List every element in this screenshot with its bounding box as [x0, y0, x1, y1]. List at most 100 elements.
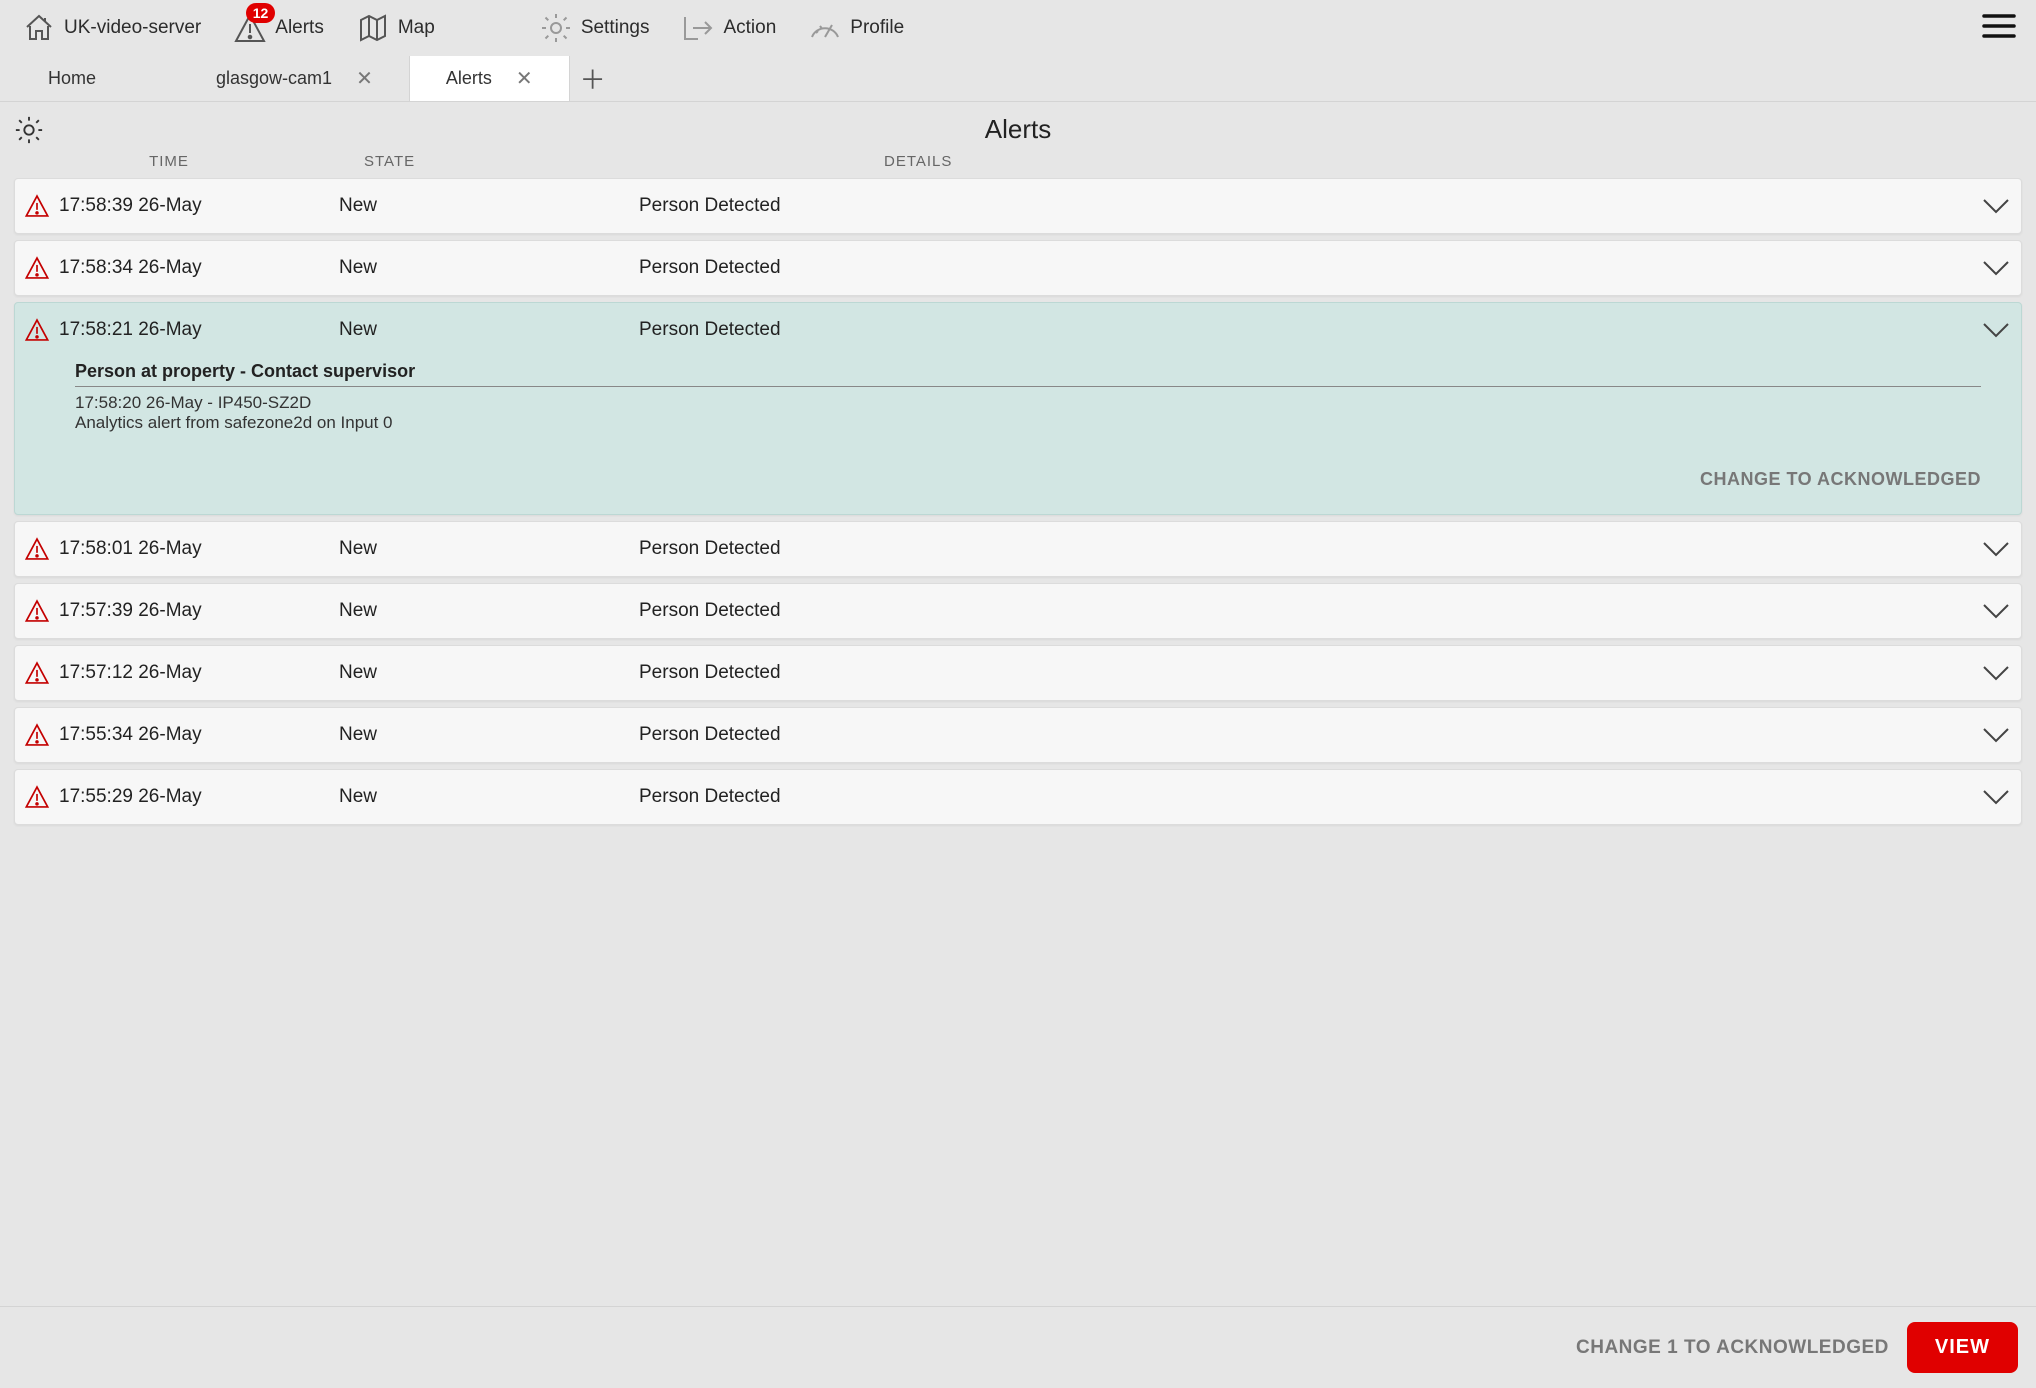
alert-details: Person Detected — [639, 319, 1971, 341]
alert-body-meta: 17:58:20 26-May - IP450-SZ2D — [75, 393, 1981, 413]
nav-settings-label: Settings — [581, 17, 650, 39]
alert-body-title: Person at property - Contact supervisor — [75, 361, 1981, 387]
nav-settings[interactable]: Settings — [527, 5, 662, 51]
alert-time: 17:58:21 26-May — [59, 319, 339, 341]
alert-time: 17:57:12 26-May — [59, 662, 339, 684]
alert-row[interactable]: 17:57:12 26-MayNewPerson Detected — [14, 645, 2022, 701]
chevron-down-icon[interactable] — [1971, 259, 2021, 277]
gauge-icon — [808, 11, 842, 45]
page-title: Alerts — [14, 114, 2022, 145]
chevron-down-icon[interactable] — [1971, 197, 2021, 215]
alert-row[interactable]: 17:55:34 26-MayNewPerson Detected — [14, 707, 2022, 763]
alert-details: Person Detected — [639, 195, 1971, 217]
col-details: DETAILS — [624, 153, 2022, 170]
alert-triangle-icon — [15, 598, 59, 624]
alert-row-header[interactable]: 17:55:34 26-MayNewPerson Detected — [15, 708, 2021, 762]
alert-row-header[interactable]: 17:55:29 26-MayNewPerson Detected — [15, 770, 2021, 824]
nav-profile[interactable]: Profile — [796, 5, 916, 51]
alert-row[interactable]: 17:58:39 26-MayNewPerson Detected — [14, 178, 2022, 234]
nav-alerts-label: Alerts — [275, 17, 324, 39]
alert-time: 17:55:29 26-May — [59, 786, 339, 808]
nav-action-label: Action — [723, 17, 776, 39]
alert-triangle-icon — [15, 317, 59, 343]
alert-ack-button[interactable]: CHANGE TO ACKNOWLEDGED — [75, 433, 1981, 490]
alert-state: New — [339, 538, 639, 560]
chevron-down-icon[interactable] — [1971, 602, 2021, 620]
alert-details: Person Detected — [639, 538, 1971, 560]
alert-time: 17:55:34 26-May — [59, 724, 339, 746]
alert-triangle-icon — [15, 536, 59, 562]
alert-time: 17:57:39 26-May — [59, 600, 339, 622]
col-state: STATE — [324, 153, 624, 170]
alert-list: 17:58:39 26-MayNewPerson Detected 17:58:… — [0, 178, 2036, 1300]
tab-home-label: Home — [48, 68, 96, 89]
alert-triangle-icon — [15, 193, 59, 219]
alert-details: Person Detected — [639, 662, 1971, 684]
alert-details: Person Detected — [639, 257, 1971, 279]
alert-state: New — [339, 257, 639, 279]
hamburger-menu[interactable] — [1982, 12, 2016, 40]
map-icon — [356, 11, 390, 45]
chevron-down-icon[interactable] — [1971, 664, 2021, 682]
alert-row-header[interactable]: 17:58:34 26-MayNewPerson Detected — [15, 241, 2021, 295]
tab-alerts[interactable]: Alerts ✕ — [410, 56, 570, 101]
alert-triangle-icon — [15, 722, 59, 748]
close-icon[interactable]: ✕ — [356, 69, 373, 89]
alert-triangle-icon: 12 — [233, 11, 267, 45]
tab-home[interactable]: Home — [0, 56, 180, 101]
alert-state: New — [339, 195, 639, 217]
action-arrow-icon — [681, 11, 715, 45]
alert-time: 17:58:34 26-May — [59, 257, 339, 279]
tab-strip: Home glasgow-cam1 ✕ Alerts ✕ ＋ — [0, 56, 2036, 102]
alert-triangle-icon — [15, 784, 59, 810]
footer-bar: CHANGE 1 TO ACKNOWLEDGED VIEW — [0, 1306, 2036, 1388]
alert-row-header[interactable]: 17:58:21 26-MayNewPerson Detected — [15, 303, 2021, 357]
col-time: TIME — [14, 153, 324, 170]
nav-server[interactable]: UK-video-server — [10, 5, 213, 51]
chevron-down-icon[interactable] — [1971, 321, 2021, 339]
nav-profile-label: Profile — [850, 17, 904, 39]
alert-state: New — [339, 724, 639, 746]
alert-body-meta: Analytics alert from safezone2d on Input… — [75, 413, 1981, 433]
alert-state: New — [339, 786, 639, 808]
alerts-badge: 12 — [246, 3, 276, 23]
alert-row-header[interactable]: 17:57:39 26-MayNewPerson Detected — [15, 584, 2021, 638]
column-headers: TIME STATE DETAILS — [0, 149, 2036, 178]
nav-alerts[interactable]: 12 Alerts — [221, 5, 336, 51]
nav-server-label: UK-video-server — [64, 17, 201, 39]
tab-new[interactable]: ＋ — [570, 56, 616, 101]
alert-body: Person at property - Contact supervisor 1… — [15, 357, 2021, 514]
chevron-down-icon[interactable] — [1971, 540, 2021, 558]
alert-state: New — [339, 662, 639, 684]
alert-time: 17:58:39 26-May — [59, 195, 339, 217]
alert-row-header[interactable]: 17:58:39 26-MayNewPerson Detected — [15, 179, 2021, 233]
home-icon — [22, 11, 56, 45]
alert-row[interactable]: 17:57:39 26-MayNewPerson Detected — [14, 583, 2022, 639]
alert-row-header[interactable]: 17:57:12 26-MayNewPerson Detected — [15, 646, 2021, 700]
alert-details: Person Detected — [639, 786, 1971, 808]
alert-row[interactable]: 17:58:21 26-MayNewPerson Detected Person… — [14, 302, 2022, 515]
alert-row-header[interactable]: 17:58:01 26-MayNewPerson Detected — [15, 522, 2021, 576]
alert-state: New — [339, 600, 639, 622]
nav-map-label: Map — [398, 17, 435, 39]
nav-action[interactable]: Action — [669, 5, 788, 51]
chevron-down-icon[interactable] — [1971, 788, 2021, 806]
alert-row[interactable]: 17:58:01 26-MayNewPerson Detected — [14, 521, 2022, 577]
alert-row[interactable]: 17:58:34 26-MayNewPerson Detected — [14, 240, 2022, 296]
alert-row[interactable]: 17:55:29 26-MayNewPerson Detected — [14, 769, 2022, 825]
gear-icon — [539, 11, 573, 45]
footer-view-button[interactable]: VIEW — [1907, 1322, 2018, 1373]
alert-time: 17:58:01 26-May — [59, 538, 339, 560]
alert-triangle-icon — [15, 660, 59, 686]
nav-map[interactable]: Map — [344, 5, 447, 51]
page-subheader: Alerts — [0, 102, 2036, 149]
plus-icon: ＋ — [580, 60, 606, 97]
close-icon[interactable]: ✕ — [516, 69, 533, 89]
top-navbar: UK-video-server 12 Alerts Map — [0, 0, 2036, 56]
tab-label: glasgow-cam1 — [216, 68, 332, 89]
tab-glasgow-cam1[interactable]: glasgow-cam1 ✕ — [180, 56, 410, 101]
alert-triangle-icon — [15, 255, 59, 281]
footer-ack-button[interactable]: CHANGE 1 TO ACKNOWLEDGED — [1576, 1337, 1889, 1359]
alert-details: Person Detected — [639, 600, 1971, 622]
chevron-down-icon[interactable] — [1971, 726, 2021, 744]
